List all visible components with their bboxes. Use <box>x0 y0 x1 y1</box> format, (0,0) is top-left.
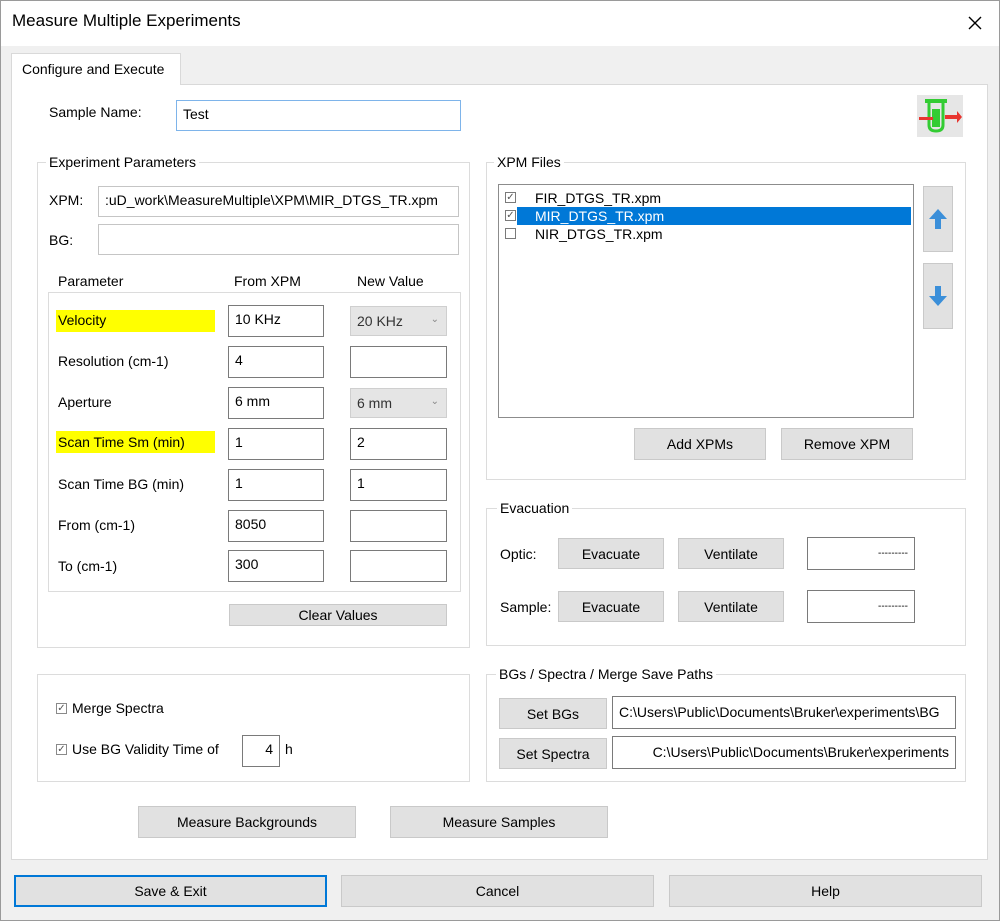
param-to-from[interactable]: 300 <box>228 550 324 582</box>
xpm-path-field[interactable]: :uD_work\MeasureMultiple\XPM\MIR_DTGS_TR… <box>98 186 459 217</box>
from-xpm-header: From XPM <box>234 273 301 289</box>
sample-evacuate-button[interactable]: Evacuate <box>558 591 664 622</box>
optic-status-field: --------- <box>807 537 915 570</box>
remove-xpm-button[interactable]: Remove XPM <box>781 428 913 460</box>
arrow-down-icon <box>929 286 947 306</box>
tab-configure-and-execute[interactable]: Configure and Execute <box>11 53 181 85</box>
param-scan-time-sm-from[interactable]: 1 <box>228 428 324 460</box>
arrow-up-icon <box>929 209 947 229</box>
xpm-files-list[interactable]: ✓ FIR_DTGS_TR.xpm MIR_DTGS_TR.xpm ✓ NIR_… <box>498 184 914 418</box>
list-item[interactable]: NIR_DTGS_TR.xpm <box>503 225 911 243</box>
param-scan-time-sm-label: Scan Time Sm (min) <box>56 431 215 453</box>
param-resolution-from[interactable]: 4 <box>228 346 324 378</box>
param-aperture-new-select[interactable]: 6 mm ⌄ <box>350 388 447 418</box>
merge-spectra-label: Merge Spectra <box>72 700 164 716</box>
spectra-path-field[interactable]: C:\Users\Public\Documents\Bruker\experim… <box>612 736 956 769</box>
param-resolution-label: Resolution (cm-1) <box>58 353 169 369</box>
set-bgs-button[interactable]: Set BGs <box>499 698 607 729</box>
param-velocity-label: Velocity <box>56 310 215 332</box>
param-velocity-from[interactable]: 10 KHz <box>228 305 324 337</box>
param-scan-time-bg-new[interactable]: 1 <box>350 469 447 501</box>
help-button[interactable]: Help <box>669 875 982 907</box>
xpm-label: XPM: <box>49 192 84 208</box>
param-aperture-from[interactable]: 6 mm <box>228 387 324 419</box>
sample-name-input[interactable]: Test <box>176 100 461 131</box>
list-item-selected[interactable]: MIR_DTGS_TR.xpm <box>517 207 911 225</box>
list-item-label: NIR_DTGS_TR.xpm <box>535 226 663 242</box>
merge-spectra-checkbox[interactable]: ✓ <box>56 703 67 714</box>
param-velocity-new-select[interactable]: 20 KHz ⌄ <box>350 306 447 336</box>
bg-validity-input[interactable]: 4 <box>242 735 280 767</box>
cancel-button[interactable]: Cancel <box>341 875 654 907</box>
param-resolution-new[interactable] <box>350 346 447 378</box>
sample-name-label: Sample Name: <box>49 104 142 120</box>
param-to-new[interactable] <box>350 550 447 582</box>
param-velocity-new-value: 20 KHz <box>357 313 403 329</box>
param-aperture-new-value: 6 mm <box>357 395 392 411</box>
bg-validity-label: Use BG Validity Time of <box>72 741 219 757</box>
parameter-header: Parameter <box>58 273 124 289</box>
chevron-down-icon: ⌄ <box>430 314 439 325</box>
evacuation-group <box>486 508 966 646</box>
close-button[interactable] <box>950 0 1000 46</box>
xpm-files-title: XPM Files <box>494 154 564 170</box>
param-from-label: From (cm-1) <box>58 517 135 533</box>
bgs-path-field[interactable]: C:\Users\Public\Documents\Bruker\experim… <box>612 696 956 729</box>
param-aperture-label: Aperture <box>58 394 112 410</box>
new-value-header: New Value <box>357 273 424 289</box>
optic-ventilate-button[interactable]: Ventilate <box>678 538 784 569</box>
optic-label: Optic: <box>500 546 537 562</box>
save-exit-button[interactable]: Save & Exit <box>14 875 327 907</box>
sample-label: Sample: <box>500 599 552 615</box>
clear-values-button[interactable]: Clear Values <box>229 604 447 626</box>
set-spectra-button[interactable]: Set Spectra <box>499 738 607 769</box>
param-from-from[interactable]: 8050 <box>228 510 324 542</box>
experiment-flask-icon <box>917 95 963 137</box>
window-title: Measure Multiple Experiments <box>12 11 241 30</box>
bg-path-field[interactable] <box>98 224 459 255</box>
measure-samples-button[interactable]: Measure Samples <box>390 806 608 838</box>
sample-status-field: --------- <box>807 590 915 623</box>
param-scan-time-sm-new[interactable]: 2 <box>350 428 447 460</box>
list-item[interactable]: ✓ FIR_DTGS_TR.xpm <box>503 189 911 207</box>
add-xpms-button[interactable]: Add XPMs <box>634 428 766 460</box>
param-from-new[interactable] <box>350 510 447 542</box>
move-up-button[interactable] <box>923 186 953 252</box>
param-to-label: To (cm-1) <box>58 558 118 574</box>
checkbox[interactable] <box>505 228 516 239</box>
checkbox[interactable]: ✓ <box>505 192 516 203</box>
param-scan-time-bg-label: Scan Time BG (min) <box>58 476 185 492</box>
close-icon <box>968 16 982 30</box>
list-item-label: MIR_DTGS_TR.xpm <box>535 208 665 224</box>
save-paths-title: BGs / Spectra / Merge Save Paths <box>496 666 716 682</box>
bg-validity-unit: h <box>285 741 293 757</box>
list-item-label: FIR_DTGS_TR.xpm <box>535 190 662 206</box>
bg-validity-checkbox[interactable]: ✓ <box>56 744 67 755</box>
measure-backgrounds-button[interactable]: Measure Backgrounds <box>138 806 356 838</box>
bg-label: BG: <box>49 232 74 248</box>
param-scan-time-bg-from[interactable]: 1 <box>228 469 324 501</box>
checkbox[interactable]: ✓ <box>505 210 516 221</box>
chevron-down-icon: ⌄ <box>430 396 439 407</box>
optic-evacuate-button[interactable]: Evacuate <box>558 538 664 569</box>
evacuation-title: Evacuation <box>497 500 573 516</box>
experiment-parameters-title: Experiment Parameters <box>46 154 200 170</box>
move-down-button[interactable] <box>923 263 953 329</box>
sample-ventilate-button[interactable]: Ventilate <box>678 591 784 622</box>
